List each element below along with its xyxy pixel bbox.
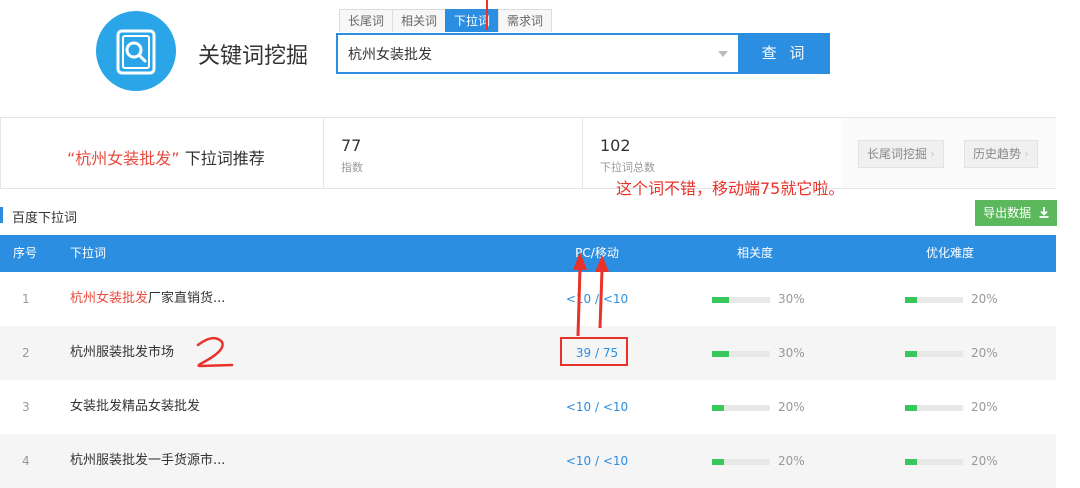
summary-keyword-suffix: 下拉词推荐 [184, 149, 265, 168]
export-button[interactable]: 导出数据 [975, 200, 1057, 226]
history-trend-label: 历史趋势 [973, 147, 1022, 161]
row-keyword[interactable]: 杭州服装批发市场 [70, 326, 174, 380]
search-type-tabs: 长尾词 相关词 下拉词 需求词 [339, 9, 553, 33]
search-button[interactable]: 查 词 [740, 33, 830, 74]
row-keyword[interactable]: 杭州服装批发一手货源市... [70, 434, 225, 488]
export-label: 导出数据 [983, 206, 1032, 220]
search-box [336, 33, 740, 74]
difficulty-bar [905, 297, 963, 303]
difficulty-bar [905, 351, 963, 357]
difficulty-bar-fill [905, 459, 917, 465]
row-index: 2 [22, 346, 30, 360]
summary-title: “杭州女装批发” 下拉词推荐 [67, 145, 265, 169]
relevance-value: 30% [778, 346, 805, 360]
chevron-right-icon: › [930, 147, 935, 161]
total-label: 下拉词总数 [600, 161, 655, 174]
table-header: 序号 下拉词 PC/移动 相关度 优化难度 [0, 235, 1056, 272]
difficulty-bar-fill [905, 297, 917, 303]
tab-longtail[interactable]: 长尾词 [339, 9, 394, 32]
row-pc-mobile: <10 / <10 [565, 454, 629, 468]
difficulty-value: 20% [971, 400, 998, 414]
keyword-rest: 杭州服装批发一手货源市... [70, 453, 226, 468]
tab-demand[interactable]: 需求词 [498, 9, 553, 32]
tab-dropdown[interactable]: 下拉词 [445, 9, 500, 32]
difficulty-value: 20% [971, 292, 998, 306]
relevance-bar [712, 459, 770, 465]
relevance-value: 30% [778, 292, 805, 306]
relevance-value: 20% [778, 400, 805, 414]
summary-index-cell: 77 指数 [323, 118, 583, 188]
row-keyword[interactable]: 女装批发精品女装批发 [70, 380, 200, 434]
difficulty-value: 20% [971, 454, 998, 468]
app-title: 关键词挖掘 [198, 44, 309, 69]
summary-keyword-cell: “杭州女装批发” 下拉词推荐 [1, 118, 324, 188]
summary-keyword: “杭州女装批发” [67, 149, 180, 168]
row-keyword[interactable]: 杭州女装批发厂家直销货... [70, 272, 225, 326]
keyword-rest: 杭州服装批发市场 [70, 345, 175, 360]
longtail-mining-label: 长尾词挖掘 [867, 147, 928, 161]
relevance-bar [712, 297, 770, 303]
difficulty-bar-fill [905, 405, 917, 411]
relevance-bar-fill [712, 351, 729, 357]
section-title: 百度下拉词 [12, 211, 78, 226]
header-index: 序号 [13, 246, 38, 260]
summary-panel: “杭州女装批发” 下拉词推荐 77 指数 102 下拉词总数 长尾词挖掘 › 历史… [0, 117, 1056, 189]
difficulty-value: 20% [971, 346, 998, 360]
relevance-bar-fill [712, 405, 724, 411]
row-index: 1 [22, 292, 30, 306]
history-trend-button[interactable]: 历史趋势 › [964, 140, 1038, 168]
keyword-rest: 厂家直销货... [148, 291, 226, 306]
table-row[interactable]: 1 杭州女装批发厂家直销货... <10 / <10 30% 20% [0, 272, 1056, 326]
longtail-mining-button[interactable]: 长尾词挖掘 › [858, 140, 944, 168]
difficulty-bar-fill [905, 351, 917, 357]
table-row[interactable]: 2 杭州服装批发市场 39 / 75 30% 20% [0, 326, 1056, 380]
row-pc-mobile: 39 / 75 [575, 346, 619, 360]
document-search-icon [116, 29, 156, 75]
download-icon [1039, 207, 1049, 218]
relevance-bar-fill [712, 459, 724, 465]
header-pc-mobile[interactable]: PC/移动 [540, 235, 654, 272]
row-pc-mobile: <10 / <10 [565, 292, 629, 306]
relevance-bar-fill [712, 297, 729, 303]
total-value: 102 [600, 136, 631, 155]
table-row[interactable]: 4 杭州服装批发一手货源市... <10 / <10 20% 20% [0, 434, 1056, 488]
chevron-right-icon: › [1024, 147, 1029, 161]
index-label: 指数 [341, 161, 363, 174]
relevance-value: 20% [778, 454, 805, 468]
table-row[interactable]: 3 女装批发精品女装批发 <10 / <10 20% 20% [0, 380, 1056, 434]
relevance-bar [712, 405, 770, 411]
logo-icon [96, 11, 176, 91]
row-pc-mobile: <10 / <10 [565, 400, 629, 414]
summary-actions: 长尾词挖掘 › 历史趋势 › [842, 118, 1056, 188]
relevance-bar [712, 351, 770, 357]
header-relevance[interactable]: 相关度 [700, 235, 810, 272]
tab-related[interactable]: 相关词 [392, 9, 447, 32]
keyword-highlight: 杭州女装批发 [70, 291, 149, 306]
section-accent-bar [0, 207, 3, 223]
header-difficulty[interactable]: 优化难度 [890, 235, 1010, 272]
row-index: 3 [22, 400, 30, 414]
search-input[interactable] [348, 44, 708, 64]
chevron-down-icon[interactable] [718, 51, 728, 57]
index-value: 77 [341, 136, 362, 155]
difficulty-bar [905, 405, 963, 411]
row-index: 4 [22, 454, 30, 468]
header-keyword: 下拉词 [70, 246, 107, 260]
annotation-note: 这个词不错，移动端75就它啦。 [616, 179, 845, 198]
difficulty-bar [905, 459, 963, 465]
keyword-rest: 女装批发精品女装批发 [70, 399, 201, 414]
